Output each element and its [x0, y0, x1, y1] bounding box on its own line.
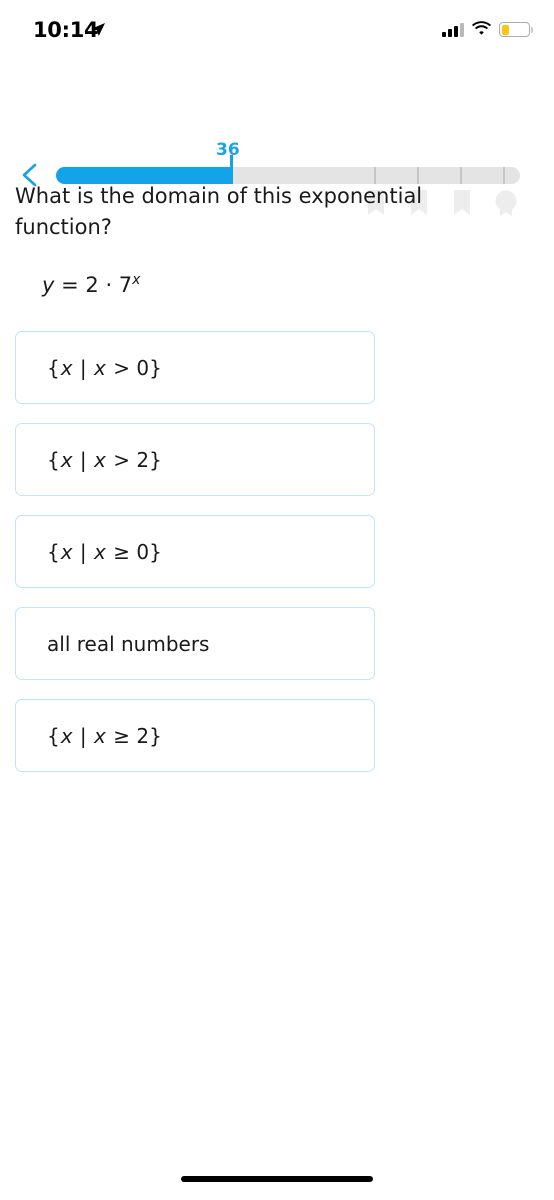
trophy-medal-icon — [493, 190, 519, 220]
answer-option-4[interactable]: all real numbers — [15, 607, 375, 680]
equation-lhs: y — [42, 273, 55, 297]
question-prompt: What is the domain of this exponential f… — [15, 184, 423, 239]
status-indicators — [442, 20, 533, 39]
equation-exponent: x — [132, 272, 141, 288]
answer-option-label: {x | x > 2} — [47, 447, 162, 472]
cellular-signal-icon — [442, 22, 464, 37]
answer-options-list: {x | x > 0} {x | x > 2} {x | x ≥ 0} all … — [15, 331, 375, 791]
battery-low-power-icon — [499, 22, 533, 37]
wifi-icon — [472, 20, 491, 39]
answer-option-label: {x | x ≥ 2} — [47, 723, 162, 748]
progress-position-marker — [230, 155, 233, 184]
equation-coefficient: 2 — [85, 273, 99, 297]
location-arrow-icon — [90, 22, 106, 42]
progress-segment-tick — [503, 167, 505, 184]
answer-option-2[interactable]: {x | x > 2} — [15, 423, 375, 496]
answer-option-label: all real numbers — [47, 631, 210, 656]
progress-value-label: 36 — [216, 140, 240, 160]
home-indicator — [181, 1176, 373, 1182]
answer-option-1[interactable]: {x | x > 0} — [15, 331, 375, 404]
status-bar: 10:14 — [0, 0, 554, 58]
status-time: 10:14 — [33, 18, 99, 42]
equation-relation: = — [54, 273, 86, 297]
equation-base: 7 — [118, 273, 133, 297]
progress-header: 36 — [0, 68, 554, 216]
answer-option-label: {x | x > 0} — [47, 355, 162, 380]
answer-option-5[interactable]: {x | x ≥ 2} — [15, 699, 375, 772]
equation-operator: · — [98, 273, 119, 297]
question-equation: y = 2 · 7x — [42, 272, 140, 297]
answer-option-3[interactable]: {x | x ≥ 0} — [15, 515, 375, 588]
answer-option-label: {x | x ≥ 0} — [47, 539, 162, 564]
